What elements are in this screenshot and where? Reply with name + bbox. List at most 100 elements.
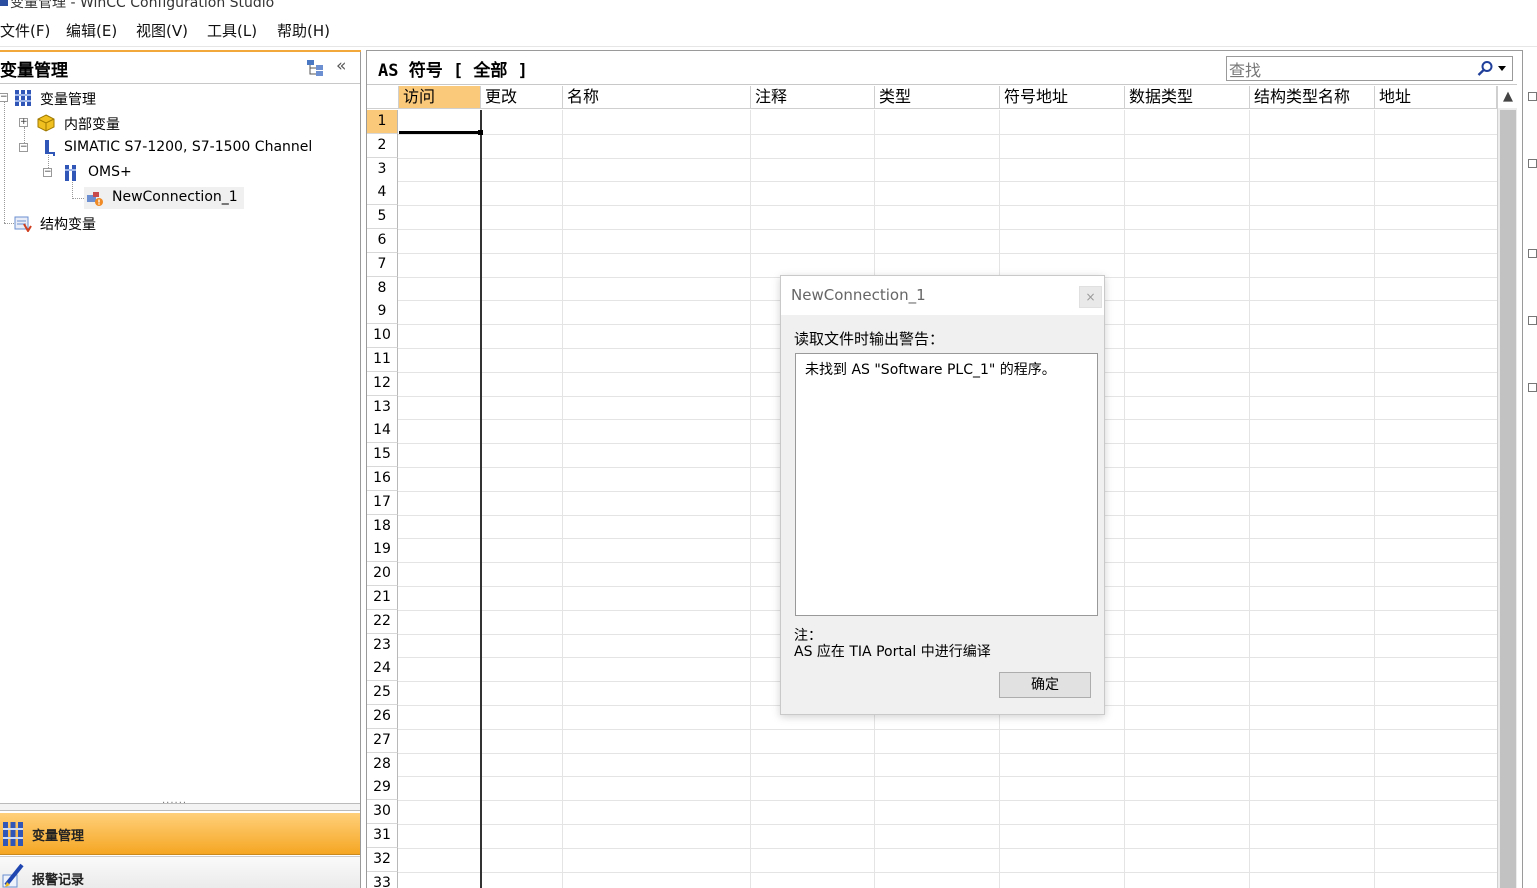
row-header[interactable]: 2: [367, 133, 398, 158]
row-header[interactable]: 4: [367, 181, 398, 206]
tree-item-label: 变量管理: [40, 92, 96, 108]
row-header[interactable]: 7: [367, 252, 398, 277]
row-header[interactable]: 11: [367, 348, 398, 372]
row-header[interactable]: 31: [367, 824, 398, 848]
row-header[interactable]: 23: [367, 633, 398, 658]
collapse-icon[interactable]: [1528, 249, 1537, 258]
collapse-icon[interactable]: [1528, 383, 1537, 392]
column-header-access[interactable]: 访问: [399, 86, 481, 109]
panel-splitter[interactable]: ······: [0, 798, 360, 811]
tree-item-label: 内部变量: [64, 117, 120, 133]
row-header[interactable]: 6: [367, 229, 398, 253]
collapse-panel-button[interactable]: «: [336, 56, 346, 76]
row-header[interactable]: 10: [367, 324, 398, 349]
tag-management-icon: [15, 90, 31, 106]
row-header[interactable]: 5: [367, 205, 398, 230]
row-header[interactable]: 27: [367, 728, 398, 753]
search-input[interactable]: [1229, 58, 1469, 79]
row-header[interactable]: 12: [367, 371, 398, 396]
chevron-down-icon[interactable]: [1498, 66, 1506, 71]
row-header[interactable]: 26: [367, 705, 398, 729]
column-header-comment[interactable]: 注释: [751, 86, 875, 109]
app-icon: [0, 0, 8, 6]
symbol-filter-bar: AS 符号 [ 全部 ]: [367, 51, 1517, 85]
dialog-message: 未找到 AS "Software PLC_1" 的程序。: [805, 362, 1056, 378]
ok-button[interactable]: 确定: [999, 672, 1091, 698]
window-title: 变量管理 - WinCC Configuration Studio: [10, 0, 275, 11]
row-header[interactable]: 8: [367, 276, 398, 301]
menu-help[interactable]: 帮助(H): [277, 20, 330, 41]
dialog-note-text: AS 应在 TIA Portal 中进行编译: [794, 644, 991, 660]
row-header[interactable]: 28: [367, 752, 398, 777]
tree-item-s7-channel[interactable]: − SIMATIC S7-1200, S7-1500 Channel: [0, 137, 340, 159]
expand-icon[interactable]: +: [19, 118, 28, 127]
row-header[interactable]: 33: [367, 871, 398, 888]
menu-tools[interactable]: 工具(L): [207, 20, 257, 41]
column-header-struct-type-name[interactable]: 结构类型名称: [1250, 86, 1375, 109]
column-header-name[interactable]: 名称: [563, 86, 751, 109]
search-icon[interactable]: [1476, 60, 1494, 78]
active-cell[interactable]: [399, 131, 480, 134]
row-header[interactable]: 20: [367, 562, 398, 587]
column-header-address[interactable]: 地址: [1375, 86, 1497, 109]
column-header-change[interactable]: 更改: [481, 86, 563, 109]
close-icon[interactable]: ×: [1079, 286, 1102, 308]
row-header[interactable]: 16: [367, 467, 398, 491]
row-header[interactable]: 30: [367, 800, 398, 825]
row-header[interactable]: 32: [367, 847, 398, 872]
row-header[interactable]: 19: [367, 538, 398, 563]
menu-file[interactable]: 文件(F): [0, 20, 50, 41]
column-header-type[interactable]: 类型: [875, 86, 1000, 109]
tree-item-label: SIMATIC S7-1200, S7-1500 Channel: [64, 139, 313, 155]
tree-item-structure-tags[interactable]: 结构变量: [0, 212, 200, 234]
row-header[interactable]: 21: [367, 586, 398, 610]
row-header[interactable]: 1: [367, 110, 398, 134]
row-header[interactable]: 17: [367, 490, 398, 515]
collapse-icon[interactable]: [1528, 159, 1537, 168]
row-header[interactable]: 15: [367, 443, 398, 468]
nav-tab-label: 报警记录: [32, 873, 85, 888]
column-header-symbol-address[interactable]: 符号地址: [1000, 86, 1125, 109]
row-header[interactable]: 13: [367, 395, 398, 420]
dialog-message-box[interactable]: 未找到 AS "Software PLC_1" 的程序。: [795, 353, 1098, 616]
symbol-filter-label[interactable]: AS 符号 [ 全部 ]: [378, 56, 528, 81]
nav-tab-alarm-logging[interactable]: 报警记录: [0, 856, 360, 888]
tree-item-internal-tags[interactable]: + 内部变量: [0, 112, 200, 134]
tree-item-oms-plus[interactable]: − OMS+: [0, 162, 200, 184]
tree-item-label: 结构变量: [40, 217, 96, 233]
collapse-icon[interactable]: −: [19, 143, 28, 152]
channel-icon: [45, 140, 55, 156]
fill-handle[interactable]: [478, 130, 483, 135]
nav-tab-tag-management[interactable]: 变量管理: [0, 813, 360, 855]
row-header[interactable]: 9: [367, 300, 398, 325]
row-header[interactable]: 24: [367, 657, 398, 682]
dialog-titlebar[interactable]: NewConnection_1 ×: [781, 276, 1104, 315]
collapse-icon[interactable]: −: [0, 93, 8, 102]
scrollbar-thumb[interactable]: [1500, 110, 1516, 888]
alarm-logging-icon: [2, 863, 24, 888]
row-header[interactable]: 14: [367, 419, 398, 444]
menu-view[interactable]: 视图(V): [136, 20, 188, 41]
vertical-scrollbar[interactable]: ▲: [1497, 86, 1518, 888]
row-header[interactable]: 18: [367, 514, 398, 539]
row-header[interactable]: 22: [367, 609, 398, 634]
search-box[interactable]: [1226, 56, 1513, 81]
row-header[interactable]: 25: [367, 681, 398, 706]
nav-tab-label: 变量管理: [32, 829, 85, 844]
menu-edit[interactable]: 编辑(E): [66, 20, 117, 41]
row-header[interactable]: 29: [367, 776, 398, 801]
tree-item-new-connection[interactable]: NewConnection_1: [84, 187, 244, 209]
collapse-icon[interactable]: [1528, 316, 1537, 325]
dialog-title: NewConnection_1: [791, 286, 926, 304]
collapse-icon[interactable]: −: [43, 168, 52, 177]
row-header[interactable]: 3: [367, 157, 398, 182]
menu-bar: 文件(F) 编辑(E) 视图(V) 工具(L) 帮助(H): [0, 13, 1537, 47]
scroll-up-icon[interactable]: ▲: [1498, 86, 1518, 108]
collapse-icon[interactable]: [1528, 92, 1537, 101]
column-header-data-type[interactable]: 数据类型: [1125, 86, 1250, 109]
tree-item-tag-management[interactable]: − 变量管理: [0, 87, 200, 109]
table-corner[interactable]: [367, 86, 399, 109]
structure-tags-icon: [14, 216, 32, 232]
warning-dialog: NewConnection_1 × 读取文件时输出警告： 未找到 AS "Sof…: [780, 275, 1105, 715]
tree-layout-icon[interactable]: [305, 59, 325, 77]
